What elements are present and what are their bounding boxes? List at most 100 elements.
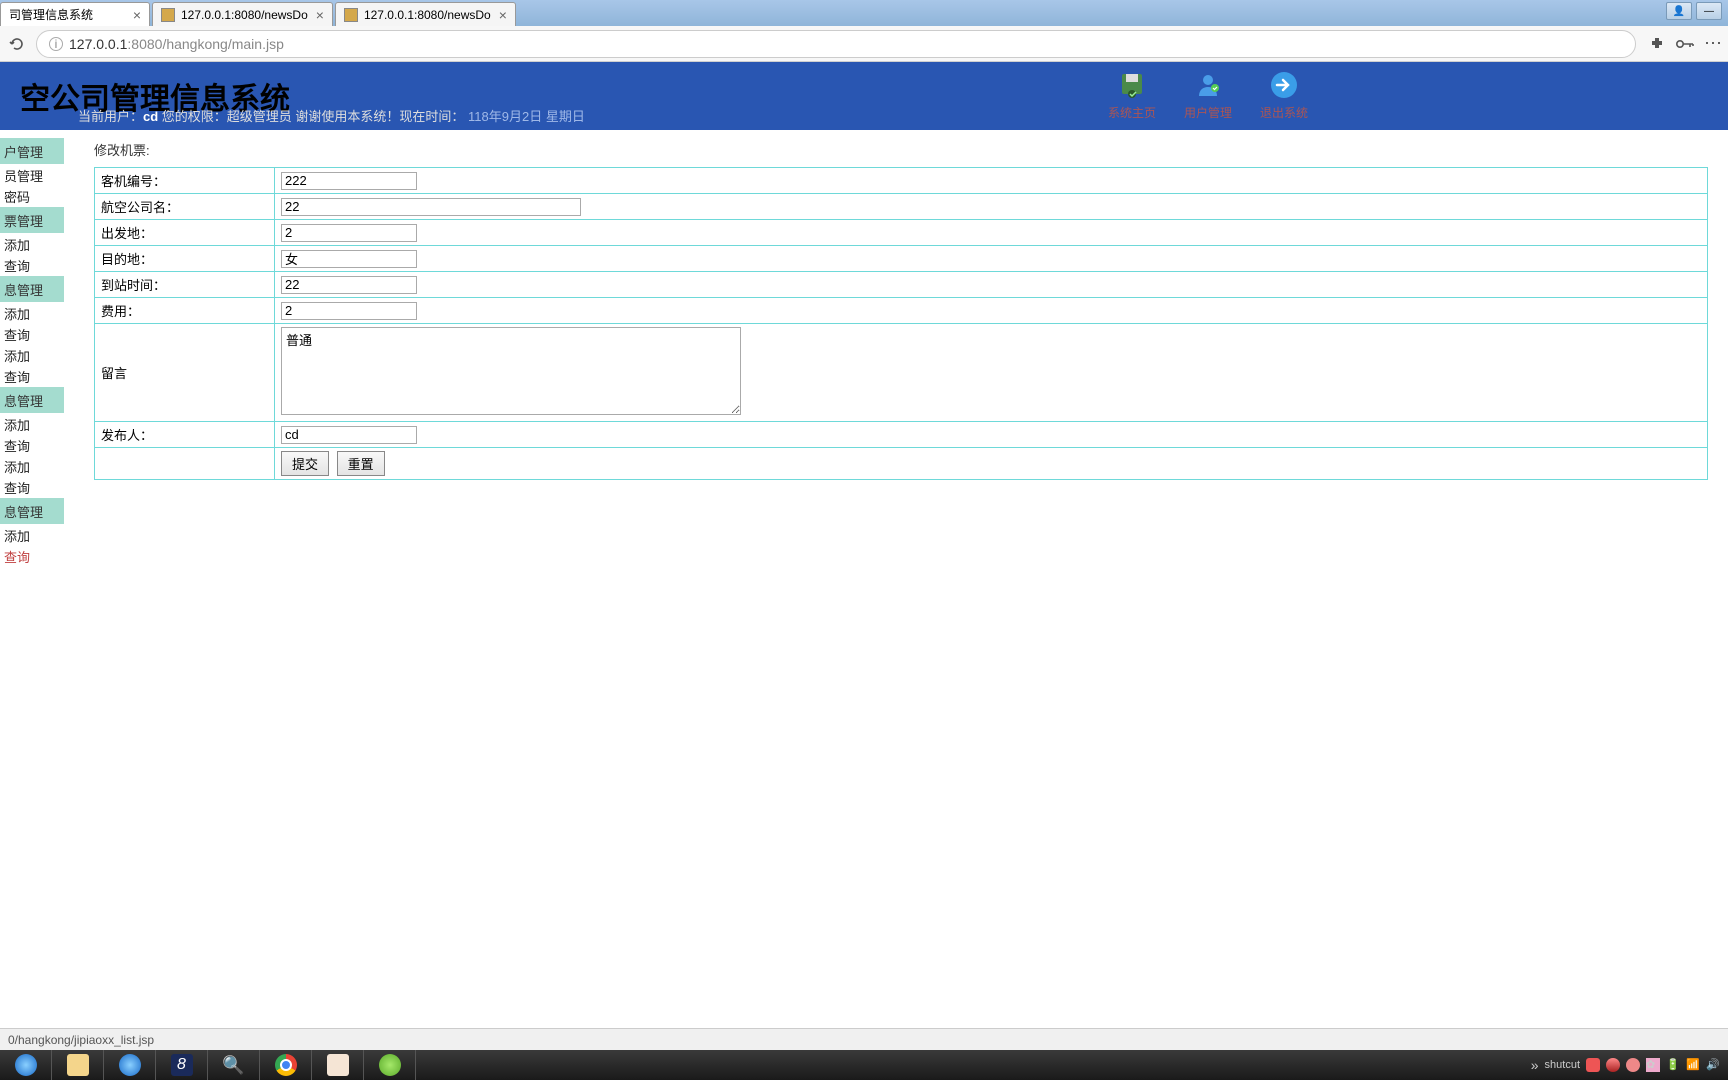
url-path: /hangkong/main.jsp bbox=[162, 36, 283, 52]
content-area: 户管理 员管理 密码 票管理 添加 查询 息管理 添加 查询 添加 查询 息管理… bbox=[0, 130, 1728, 1050]
reset-button[interactable]: 重置 bbox=[337, 451, 385, 476]
sidebar-category-user: 户管理 bbox=[0, 138, 64, 164]
sidebar-item[interactable]: 查询 bbox=[0, 477, 64, 497]
message-textarea[interactable]: 普通 bbox=[281, 327, 741, 415]
system-tray: » shutcut ✿ 🔋 📶 🔊 bbox=[1531, 1057, 1728, 1073]
current-date: 118年9月2日 星期日 bbox=[464, 109, 584, 124]
search-icon: 🔍 bbox=[223, 1054, 245, 1076]
airline-input[interactable] bbox=[281, 198, 581, 216]
page-title: 修改机票: bbox=[94, 140, 1708, 159]
tray-battery-icon[interactable]: 🔋 bbox=[1666, 1058, 1680, 1072]
save-icon bbox=[1115, 68, 1149, 102]
tray-wifi-icon[interactable]: 📶 bbox=[1686, 1058, 1700, 1072]
plane-no-input[interactable] bbox=[281, 172, 417, 190]
label-plane-no: 客机编号： bbox=[95, 168, 275, 194]
tray-label: shutcut bbox=[1545, 1059, 1580, 1071]
sidebar-item[interactable]: 添加 bbox=[0, 234, 64, 254]
menu-icon[interactable]: ⋯ bbox=[1704, 35, 1722, 53]
browser-tab-3[interactable]: 127.0.0.1:8080/newsDo × bbox=[335, 2, 516, 26]
status-url: 0/hangkong/jipiaoxx_list.jsp bbox=[8, 1033, 154, 1047]
tray-icon[interactable] bbox=[1606, 1058, 1620, 1072]
sidebar-item[interactable]: 员管理 bbox=[0, 165, 64, 185]
taskbar-app1[interactable]: 8 bbox=[156, 1050, 208, 1080]
tray-icon[interactable] bbox=[1626, 1058, 1640, 1072]
label-destination: 目的地： bbox=[95, 246, 275, 272]
tray-icon[interactable]: ✿ bbox=[1646, 1058, 1660, 1072]
publisher-input[interactable] bbox=[281, 426, 417, 444]
status-line: 当前用户：cd 您的权限：超级管理员 谢谢使用本系统！现在时间： 118年9月2… bbox=[78, 106, 585, 125]
header-actions: 系统主页 用户管理 退出系统 bbox=[1108, 68, 1308, 121]
url-input[interactable]: i 127.0.0.1:8080/hangkong/main.jsp bbox=[36, 30, 1636, 58]
minimize-button[interactable]: — bbox=[1696, 2, 1722, 20]
tray-volume-icon[interactable]: 🔊 bbox=[1706, 1058, 1720, 1072]
favicon-icon bbox=[344, 8, 358, 22]
sidebar-item[interactable]: 添加 bbox=[0, 303, 64, 323]
user-icon[interactable]: 👤 bbox=[1666, 2, 1692, 20]
sidebar-item-active[interactable]: 查询 bbox=[0, 546, 64, 566]
status-bar: 0/hangkong/jipiaoxx_list.jsp bbox=[0, 1028, 1728, 1050]
sidebar-item[interactable]: 添加 bbox=[0, 345, 64, 365]
tray-icon[interactable] bbox=[1586, 1058, 1600, 1072]
edit-ticket-form: 客机编号： 航空公司名： 出发地： 目的地： 到站时间： 费用： bbox=[94, 167, 1708, 480]
taskbar-app3[interactable] bbox=[364, 1050, 416, 1080]
url-host: 127.0.0.1 bbox=[69, 36, 127, 52]
taskbar-app2[interactable] bbox=[312, 1050, 364, 1080]
taskbar-chrome[interactable] bbox=[260, 1050, 312, 1080]
home-button[interactable]: 系统主页 bbox=[1108, 68, 1156, 121]
home-label: 系统主页 bbox=[1108, 104, 1156, 121]
tab-title: 司管理信息系统 bbox=[9, 6, 125, 23]
address-bar: i 127.0.0.1:8080/hangkong/main.jsp ⋯ bbox=[0, 26, 1728, 62]
sidebar-item[interactable]: 查询 bbox=[0, 435, 64, 455]
sidebar-item[interactable]: 查询 bbox=[0, 255, 64, 275]
label-message: 留言 bbox=[95, 324, 275, 422]
current-user: cd bbox=[143, 109, 158, 124]
taskbar-ie[interactable] bbox=[0, 1050, 52, 1080]
close-icon[interactable]: × bbox=[316, 7, 324, 23]
sidebar-category-info1: 息管理 bbox=[0, 276, 64, 302]
sidebar-item[interactable]: 查询 bbox=[0, 324, 64, 344]
taskbar-ie2[interactable] bbox=[104, 1050, 156, 1080]
submit-button[interactable]: 提交 bbox=[281, 451, 329, 476]
sidebar-item[interactable]: 密码 bbox=[0, 186, 64, 206]
main-panel: 修改机票: 客机编号： 航空公司名： 出发地： 目的地： 到站时间： bbox=[64, 130, 1728, 1050]
label-departure: 出发地： bbox=[95, 220, 275, 246]
arrow-right-icon bbox=[1267, 68, 1301, 102]
browser-tab-1[interactable]: 司管理信息系统 × bbox=[0, 2, 150, 26]
user-mgmt-button[interactable]: 用户管理 bbox=[1184, 68, 1232, 121]
user-mgmt-label: 用户管理 bbox=[1184, 104, 1232, 121]
sidebar-item[interactable]: 添加 bbox=[0, 456, 64, 476]
close-icon[interactable]: × bbox=[133, 7, 141, 23]
reload-button[interactable] bbox=[6, 33, 28, 55]
tab-title: 127.0.0.1:8080/newsDo bbox=[364, 8, 491, 22]
exit-button[interactable]: 退出系统 bbox=[1260, 68, 1308, 121]
destination-input[interactable] bbox=[281, 250, 417, 268]
label-airline: 航空公司名： bbox=[95, 194, 275, 220]
browser-tab-strip: 司管理信息系统 × 127.0.0.1:8080/newsDo × 127.0.… bbox=[0, 0, 1728, 26]
label-arrive-time: 到站时间： bbox=[95, 272, 275, 298]
sidebar: 户管理 员管理 密码 票管理 添加 查询 息管理 添加 查询 添加 查询 息管理… bbox=[0, 130, 64, 1050]
info-icon[interactable]: i bbox=[49, 37, 63, 51]
close-icon[interactable]: × bbox=[499, 7, 507, 23]
empty-label-cell bbox=[95, 448, 275, 480]
taskbar-search[interactable]: 🔍 bbox=[208, 1050, 260, 1080]
url-port: :8080 bbox=[127, 36, 162, 52]
label-publisher: 发布人： bbox=[95, 422, 275, 448]
label-fee: 费用： bbox=[95, 298, 275, 324]
sidebar-item[interactable]: 添加 bbox=[0, 414, 64, 434]
taskbar-explorer[interactable] bbox=[52, 1050, 104, 1080]
extension-icon[interactable] bbox=[1648, 35, 1666, 53]
browser-tab-2[interactable]: 127.0.0.1:8080/newsDo × bbox=[152, 2, 333, 26]
sidebar-category-info2: 息管理 bbox=[0, 387, 64, 413]
fee-input[interactable] bbox=[281, 302, 417, 320]
window-controls: 👤 — bbox=[1666, 2, 1722, 20]
key-icon[interactable] bbox=[1676, 35, 1694, 53]
taskbar: 8 🔍 » shutcut ✿ 🔋 📶 🔊 bbox=[0, 1050, 1728, 1080]
exit-label: 退出系统 bbox=[1260, 104, 1308, 121]
arrive-time-input[interactable] bbox=[281, 276, 417, 294]
user-icon bbox=[1191, 68, 1225, 102]
tray-expand-icon[interactable]: » bbox=[1531, 1057, 1539, 1073]
departure-input[interactable] bbox=[281, 224, 417, 242]
tab-title: 127.0.0.1:8080/newsDo bbox=[181, 8, 308, 22]
sidebar-item[interactable]: 查询 bbox=[0, 366, 64, 386]
sidebar-item[interactable]: 添加 bbox=[0, 525, 64, 545]
